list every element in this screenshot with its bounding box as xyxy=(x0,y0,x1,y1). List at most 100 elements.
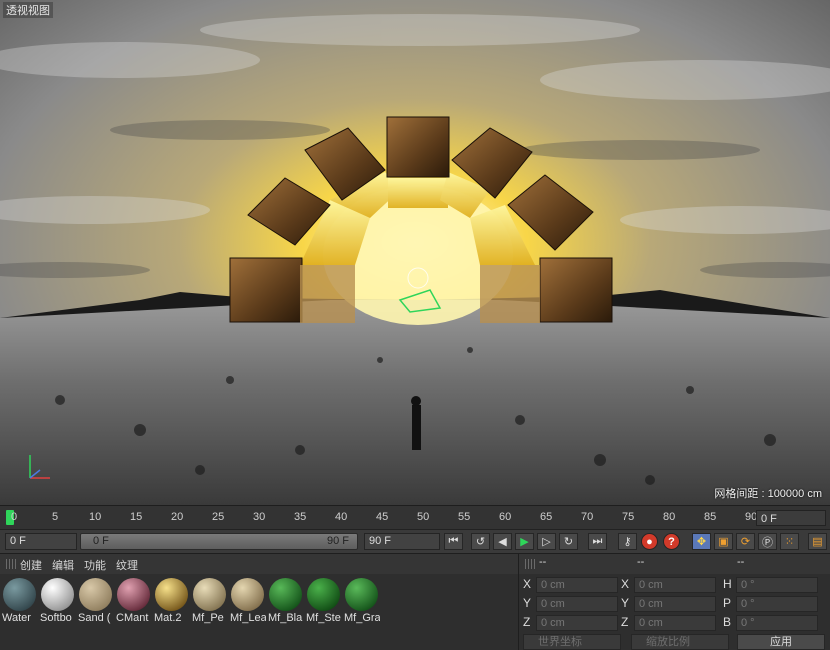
coord-value-field[interactable]: 0 cm xyxy=(634,596,716,612)
coordinate-manager: -- -- -- X0 cm X 0 cm H 0 ° Y 0 cm Y 0 cm P 0 ° Z 0 … xyxy=(519,553,830,650)
material-preview-sphere xyxy=(345,578,378,611)
material-label: Mf_Ste xyxy=(306,612,341,624)
timeline-tick-label: 45 xyxy=(376,511,389,523)
coord-value-field[interactable]: 0 ° xyxy=(736,615,818,631)
timeline-tick-label: 40 xyxy=(335,511,348,523)
material-preview-sphere xyxy=(41,578,74,611)
perspective-viewport[interactable]: 透视视图 网格间距 : 100000 cm xyxy=(0,0,830,505)
coord-header-rotation: -- xyxy=(737,556,745,568)
coord-value-field[interactable]: 0 cm xyxy=(634,577,716,593)
material-preview-sphere xyxy=(193,578,226,611)
material-item[interactable]: CMant xyxy=(116,576,152,630)
timeline-tick-label: 60 xyxy=(499,511,512,523)
timeline-ruler[interactable]: 0 5 10 15 20 25 30 35 40 45 50 55 60 65 70 75 80 85 90 xyxy=(0,506,757,530)
menu-function[interactable]: 功能 xyxy=(84,557,106,573)
film-icon[interactable]: ▤ xyxy=(808,533,827,550)
material-preview-sphere xyxy=(231,578,264,611)
material-preview-sphere xyxy=(3,578,36,611)
prev-frame-icon[interactable]: ◀ xyxy=(493,533,512,550)
material-item[interactable]: Mf_Gra xyxy=(344,576,380,630)
go-to-start-icon[interactable]: ⏮ xyxy=(444,533,463,550)
material-label: Mf_Lea xyxy=(230,612,266,624)
coord-axis-label: Y xyxy=(523,596,532,610)
menu-create[interactable]: 创建 xyxy=(20,557,42,573)
timeline-tick-label: 35 xyxy=(294,511,307,523)
material-label: Softbo xyxy=(40,612,72,624)
material-item[interactable]: Mf_Bla xyxy=(268,576,304,630)
material-preview-sphere xyxy=(269,578,302,611)
timeline-tick-label: 5 xyxy=(52,511,59,523)
material-item[interactable]: Mf_Lea xyxy=(230,576,266,630)
coord-value-field[interactable]: 0 cm xyxy=(536,577,618,593)
point-grid-icon[interactable]: ⁙ xyxy=(780,533,799,550)
timeline[interactable]: 0 5 10 15 20 25 30 35 40 45 50 55 60 65 70 75 80 85 90 0 F xyxy=(0,505,830,530)
play-icon[interactable]: ▶ xyxy=(515,533,534,550)
material-item[interactable]: Mat.2 xyxy=(154,576,190,630)
rotate-icon[interactable]: ⟳ xyxy=(736,533,755,550)
material-item[interactable]: Mf_Ste xyxy=(306,576,342,630)
coord-axis-label: Z xyxy=(523,615,531,629)
timeline-tick-label: 25 xyxy=(212,511,225,523)
grid-spacing-label: 网格间距 : 100000 cm xyxy=(714,488,822,500)
timeline-tick-label: 70 xyxy=(581,511,594,523)
timeline-tick-label: 50 xyxy=(417,511,430,523)
auto-key-icon[interactable]: ? xyxy=(663,533,680,550)
end-frame-field[interactable]: 90 F xyxy=(364,533,440,550)
start-frame-field[interactable]: 0 F xyxy=(5,533,77,550)
timeline-tick-label: 55 xyxy=(458,511,471,523)
panel-grip-icon[interactable] xyxy=(6,559,16,569)
coord-axis-label: H xyxy=(723,577,732,591)
coord-axis-label: Z xyxy=(621,615,629,629)
keyframe-icon[interactable]: ⚷ xyxy=(618,533,637,550)
timeline-tick-label: 85 xyxy=(704,511,717,523)
coord-axis-label: P xyxy=(723,596,732,610)
coord-value-field[interactable]: 0 ° xyxy=(736,577,818,593)
coord-axis-label: X xyxy=(523,577,532,591)
range-start-label: 0 F xyxy=(93,535,109,547)
material-preview-sphere xyxy=(79,578,112,611)
material-label: CMant xyxy=(116,612,149,624)
timeline-tick-label: 65 xyxy=(540,511,553,523)
coord-axis-label: Y xyxy=(621,596,630,610)
material-item[interactable]: Mf_Pe xyxy=(192,576,228,630)
scene-render xyxy=(0,0,830,505)
material-preview-sphere xyxy=(117,578,150,611)
coord-header-size: -- xyxy=(637,556,645,568)
material-item[interactable]: Softbo xyxy=(40,576,76,630)
coord-value-field[interactable]: 0 cm xyxy=(634,615,716,631)
move-icon[interactable]: ✥ xyxy=(692,533,711,550)
timeline-tick-label: 15 xyxy=(130,511,143,523)
material-label: Mf_Pe xyxy=(192,612,224,624)
timeline-tick-label: 20 xyxy=(171,511,184,523)
transport-bar: 0 F 0 F 90 F 90 F ⏮ ↺ ◀ ▶ ▷ ↻ ⏭ ⚷ ● ? ✥ … xyxy=(0,529,830,554)
material-label: Mat.2 xyxy=(154,612,182,624)
material-item[interactable]: Sand ( xyxy=(78,576,114,630)
menu-texture[interactable]: 纹理 xyxy=(116,557,138,573)
viewport-title[interactable]: 透视视图 xyxy=(3,2,53,18)
frame-range-slider[interactable]: 0 F 90 F xyxy=(80,533,358,550)
panel-grip-icon[interactable] xyxy=(525,559,535,569)
apply-button[interactable]: 应用 xyxy=(737,634,825,650)
material-item[interactable]: Water xyxy=(2,576,38,630)
material-menu-bar: 创建 编辑 功能 纹理 xyxy=(0,554,518,574)
coordinate-mode-dropdown[interactable]: 世界坐标 xyxy=(523,634,621,650)
parameter-icon[interactable]: Ⓟ xyxy=(758,533,777,550)
prev-key-icon[interactable]: ↺ xyxy=(471,533,490,550)
coord-value-field[interactable]: 0 ° xyxy=(736,596,818,612)
next-frame-icon[interactable]: ▷ xyxy=(537,533,556,550)
scale-mode-dropdown[interactable]: 缩放比例 xyxy=(631,634,729,650)
go-to-end-icon[interactable]: ⏭ xyxy=(588,533,607,550)
record-icon[interactable]: ● xyxy=(641,533,658,550)
coord-value-field[interactable]: 0 cm xyxy=(536,596,618,612)
coord-value-field[interactable]: 0 cm xyxy=(536,615,618,631)
range-end-label: 90 F xyxy=(326,535,349,547)
menu-edit[interactable]: 编辑 xyxy=(52,557,74,573)
timeline-tick-label: 0 xyxy=(11,511,18,523)
current-frame-field[interactable]: 0 F xyxy=(756,510,826,526)
next-key-icon[interactable]: ↻ xyxy=(559,533,578,550)
material-label: Water xyxy=(2,612,31,624)
scale-icon[interactable]: ▣ xyxy=(714,533,733,550)
coord-axis-label: B xyxy=(723,615,732,629)
material-manager: 创建 编辑 功能 纹理 Water Softbo Sand (CMant Mat.2 M… xyxy=(0,553,519,650)
material-label: Mf_Bla xyxy=(268,612,303,624)
